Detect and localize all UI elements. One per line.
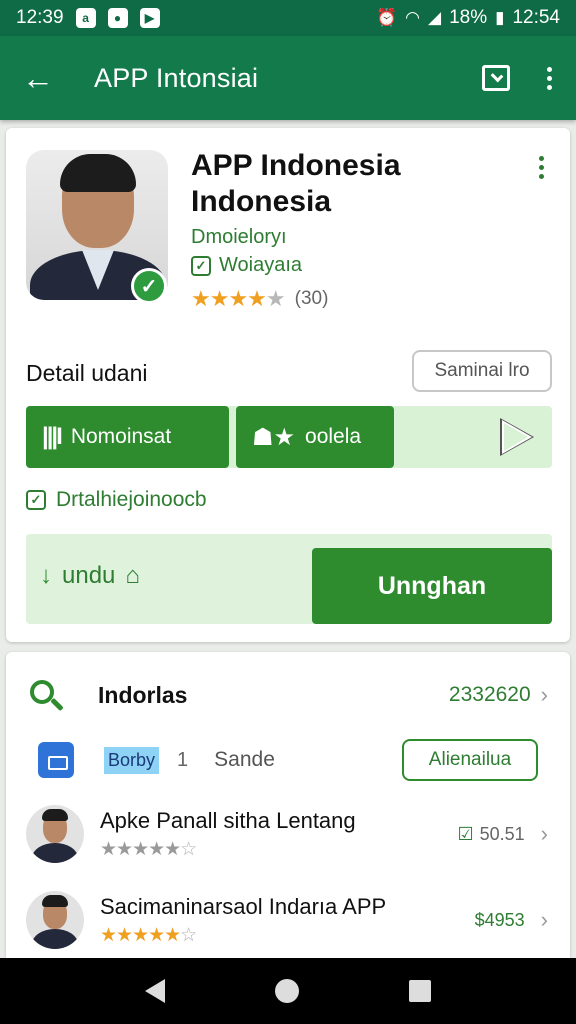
segment-2-label: oolela <box>305 425 362 448</box>
back-nav-icon[interactable] <box>145 979 165 1003</box>
list-item-title: Sacimaninarsaol Indarıa APP <box>100 893 387 919</box>
filter-outline-button[interactable]: Alienailua <box>402 739 538 781</box>
download-button[interactable]: Unnghan <box>312 548 552 624</box>
search-value: 2332620 <box>448 683 531 706</box>
list-item-stars: ★★★★★☆ <box>100 838 197 860</box>
more-vert-icon[interactable] <box>536 156 546 179</box>
segment-2-button[interactable]: ☗★ oolela <box>236 406 394 468</box>
list-item-value: $4953 <box>474 909 525 930</box>
search-row[interactable]: Indorlas 2332620 › <box>6 670 570 720</box>
app-title: APP Indonesia Indonesia <box>191 149 401 218</box>
more-vert-icon[interactable] <box>544 66 554 90</box>
people-star-icon: ☗★ <box>252 423 296 451</box>
status-right-time: 12:54 <box>512 7 560 28</box>
list-card: Indorlas 2332620 › Borby 1 Sande Alienai… <box>6 652 570 958</box>
check-option[interactable]: ✓ Drtalhiejoinoocb <box>26 488 207 512</box>
recents-nav-icon[interactable] <box>409 980 431 1002</box>
checkbox-icon[interactable]: ✓ <box>26 490 46 510</box>
battery-icon: ▮ <box>495 8 505 27</box>
secondary-button[interactable]: Saminai lro <box>412 350 552 392</box>
check-icon: ✓ <box>191 255 211 276</box>
check-option-label: Drtalhiejoinoocb <box>56 488 207 511</box>
signal-icon: ◢ <box>427 8 442 27</box>
segment-bar: |||I Nomoinsat ☗★ oolela <box>26 406 552 468</box>
rating-row: ★★★★★ (30) <box>191 286 328 312</box>
download-bar: ↓ undu ⌂ Unnghan <box>26 534 552 624</box>
app-bar-title: APP Intonsiai <box>94 62 259 93</box>
avatar <box>26 891 84 949</box>
chevron-right-icon: › <box>540 907 548 932</box>
segment-1-label: Nomoinsat <box>70 425 172 448</box>
home-nav-icon[interactable] <box>275 979 299 1003</box>
segment-1-button[interactable]: |||I Nomoinsat <box>26 406 229 468</box>
list-item[interactable]: Apke Panall sitha Lentang ★★★★★☆ ☑ 50.51… <box>6 798 570 870</box>
download-link[interactable]: ↓ undu ⌂ <box>40 562 140 590</box>
tag-chip[interactable]: Borby <box>104 746 160 774</box>
notification-a-icon: a <box>75 8 96 28</box>
notification-b-icon: ● <box>107 8 128 28</box>
status-time: 12:39 <box>16 7 64 28</box>
arrow-left-icon[interactable]: ← <box>22 60 58 97</box>
app-detail-card: ✓ APP Indonesia Indonesia Dmoieloryı ✓ W… <box>6 128 570 642</box>
status-bar: 12:39 a ● ▶ ⏰ ◠ ◢ 18% ▮ 12:54 <box>0 0 576 36</box>
rating-stars: ★★★★★ <box>191 286 286 311</box>
rating-count: (30) <box>294 288 329 309</box>
installs-row: ✓ Woiayaıa <box>191 254 302 277</box>
list-item[interactable]: Sacimaninarsaol Indarıa APP ★★★★★☆ $4953… <box>6 884 570 956</box>
bookmark-icon[interactable] <box>482 65 510 91</box>
filter-row: Borby 1 Sande Alienailua <box>6 734 570 786</box>
barcode-icon: |||I <box>42 423 63 450</box>
wifi-icon: ◠ <box>405 8 420 27</box>
notification-c-icon: ▶ <box>139 8 160 28</box>
search-label: Indorlas <box>98 681 188 708</box>
verified-check-icon: ✓ <box>131 268 167 304</box>
list-item-title: Apke Panall sitha Lentang <box>100 807 356 833</box>
battery-percent: 18% <box>449 7 488 28</box>
chevron-right-icon: › <box>540 682 548 707</box>
app-bar: ← APP Intonsiai <box>0 36 576 120</box>
search-icon <box>28 678 64 712</box>
developer-name[interactable]: Dmoieloryı <box>191 226 287 249</box>
alarm-icon: ⏰ <box>375 8 398 27</box>
sande-label: Sande <box>214 748 275 771</box>
installs-label: Woiayaıa <box>219 254 303 276</box>
tag-count: 1 <box>177 748 189 771</box>
home-outline-icon: ⌂ <box>125 562 140 589</box>
detail-label: Detail udani <box>26 360 148 386</box>
edit-icon: ☑ <box>457 823 474 844</box>
chevron-right-icon: › <box>540 821 548 846</box>
avatar <box>26 805 84 863</box>
download-left-label: undu <box>62 562 116 589</box>
system-nav-bar <box>0 958 576 1024</box>
download-arrow-icon: ↓ <box>40 562 52 589</box>
list-item-value: 50.51 <box>479 823 525 844</box>
list-item-stars: ★★★★★☆ <box>100 924 197 946</box>
folder-icon <box>38 742 74 778</box>
